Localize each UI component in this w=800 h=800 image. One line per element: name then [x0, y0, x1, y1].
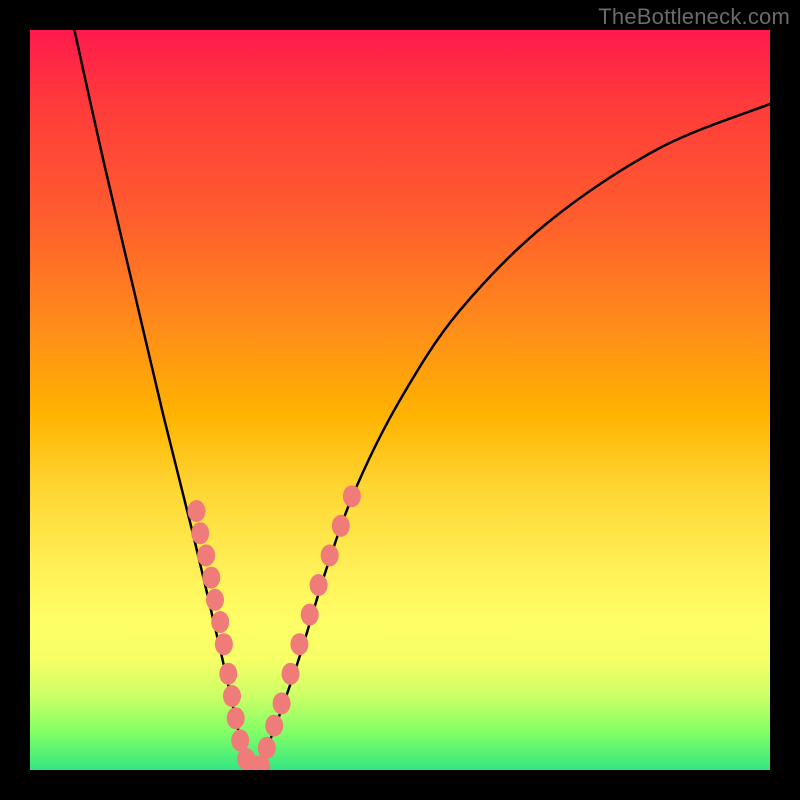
watermark-text: TheBottleneck.com [598, 4, 790, 30]
chart-svg [30, 30, 770, 770]
data-point [290, 633, 308, 655]
data-point [265, 715, 283, 737]
data-point [343, 485, 361, 507]
data-point [223, 685, 241, 707]
data-point [197, 544, 215, 566]
data-point [310, 574, 328, 596]
data-point [258, 737, 276, 759]
data-point [202, 567, 220, 589]
plot-area [30, 30, 770, 770]
data-point [215, 633, 233, 655]
data-point [273, 692, 291, 714]
data-point [219, 663, 237, 685]
data-point [227, 707, 245, 729]
data-point [211, 611, 229, 633]
chart-frame: TheBottleneck.com [0, 0, 800, 800]
data-point [301, 604, 319, 626]
data-point [191, 522, 209, 544]
bottleneck-curve [74, 30, 770, 770]
data-point [188, 500, 206, 522]
data-point [282, 663, 300, 685]
data-point [332, 515, 350, 537]
data-point [321, 544, 339, 566]
scatter-points [188, 485, 361, 770]
data-point [206, 589, 224, 611]
